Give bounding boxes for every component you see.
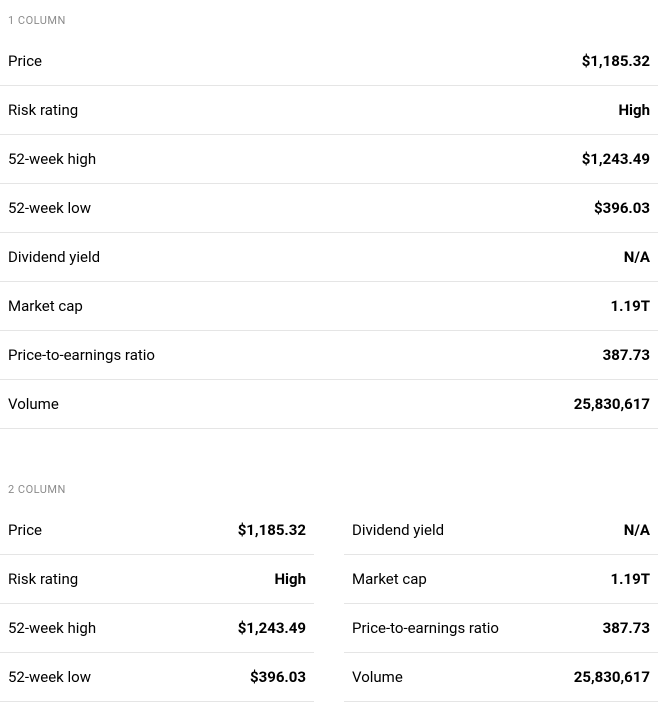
stat-row-risk-rating: Risk rating High bbox=[0, 555, 314, 604]
stat-row-price: Price $1,185.32 bbox=[0, 37, 658, 86]
stat-value: 387.73 bbox=[603, 619, 650, 637]
stat-row-market-cap: Market cap 1.19T bbox=[344, 555, 658, 604]
stat-label: Dividend yield bbox=[8, 248, 100, 266]
stat-value: 25,830,617 bbox=[574, 668, 650, 686]
stat-label: 52-week high bbox=[8, 150, 96, 168]
stat-label: Volume bbox=[8, 395, 59, 413]
stat-row-dividend-yield: Dividend yield N/A bbox=[344, 506, 658, 555]
stat-row-market-cap: Market cap 1.19T bbox=[0, 282, 658, 331]
stat-label: 52-week low bbox=[8, 668, 91, 686]
stat-value: 1.19T bbox=[611, 570, 650, 588]
stat-label: Price bbox=[8, 52, 42, 70]
stat-row-pe-ratio: Price-to-earnings ratio 387.73 bbox=[344, 604, 658, 653]
stat-label: Market cap bbox=[352, 570, 427, 588]
stat-value: $396.03 bbox=[594, 199, 650, 217]
stat-label: Market cap bbox=[8, 297, 83, 315]
stat-value: High bbox=[618, 101, 650, 119]
stat-value: N/A bbox=[624, 521, 650, 539]
stat-label: 52-week high bbox=[8, 619, 96, 637]
stat-row-price: Price $1,185.32 bbox=[0, 506, 314, 555]
stat-value: $1,185.32 bbox=[582, 52, 650, 70]
stat-value: 387.73 bbox=[603, 346, 650, 364]
stat-row-dividend-yield: Dividend yield N/A bbox=[0, 233, 658, 282]
stat-row-52-week-low: 52-week low $396.03 bbox=[0, 184, 658, 233]
stat-value: $396.03 bbox=[250, 668, 306, 686]
stat-row-52-week-high: 52-week high $1,243.49 bbox=[0, 604, 314, 653]
column-left: Price $1,185.32 Risk rating High 52-week… bbox=[0, 506, 314, 702]
stat-value: 25,830,617 bbox=[574, 395, 650, 413]
stat-row-pe-ratio: Price-to-earnings ratio 387.73 bbox=[0, 331, 658, 380]
stat-label: Risk rating bbox=[8, 570, 78, 588]
stat-value: $1,185.32 bbox=[238, 521, 306, 539]
stat-row-volume: Volume 25,830,617 bbox=[0, 380, 658, 429]
stat-value: $1,243.49 bbox=[582, 150, 650, 168]
stat-label: Volume bbox=[352, 668, 403, 686]
stat-value: $1,243.49 bbox=[238, 619, 306, 637]
stat-label: Price bbox=[8, 521, 42, 539]
stat-row-52-week-high: 52-week high $1,243.49 bbox=[0, 135, 658, 184]
stat-label: Dividend yield bbox=[352, 521, 444, 539]
stat-label: 52-week low bbox=[8, 199, 91, 217]
section-header-2col: 2 COLUMN bbox=[0, 469, 658, 506]
stat-label: Price-to-earnings ratio bbox=[8, 346, 155, 364]
stat-value: High bbox=[274, 570, 306, 588]
stat-label: Risk rating bbox=[8, 101, 78, 119]
section-header-1col: 1 COLUMN bbox=[0, 0, 658, 37]
stat-value: 1.19T bbox=[611, 297, 650, 315]
stat-row-volume: Volume 25,830,617 bbox=[344, 653, 658, 702]
stat-value: N/A bbox=[624, 248, 650, 266]
stat-row-52-week-low: 52-week low $396.03 bbox=[0, 653, 314, 702]
stat-label: Price-to-earnings ratio bbox=[352, 619, 499, 637]
column-right: Dividend yield N/A Market cap 1.19T Pric… bbox=[344, 506, 658, 702]
two-column-layout: Price $1,185.32 Risk rating High 52-week… bbox=[0, 506, 658, 702]
stat-row-risk-rating: Risk rating High bbox=[0, 86, 658, 135]
